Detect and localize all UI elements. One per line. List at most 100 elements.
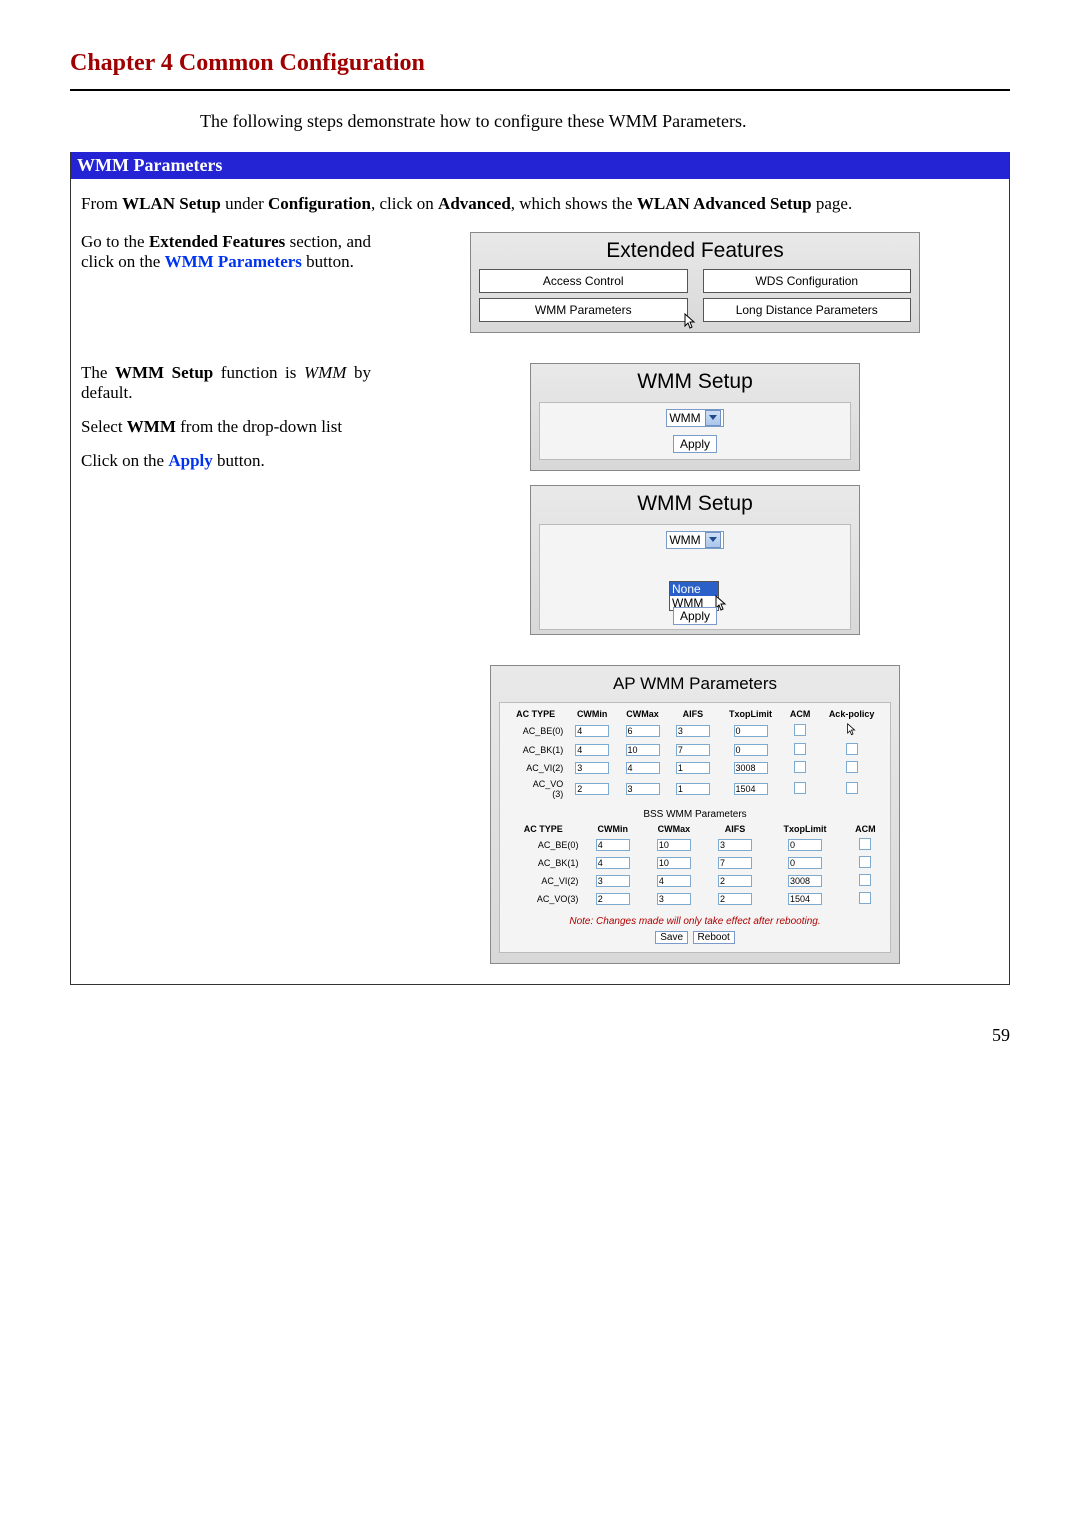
access-control-button[interactable]: Access Control xyxy=(479,269,688,293)
t: Click on the xyxy=(81,451,168,470)
checkbox[interactable] xyxy=(859,838,871,850)
wmm-setup-title: WMM Setup xyxy=(539,492,851,516)
step-extended-features: Go to the Extended Features section, and… xyxy=(81,232,999,333)
reboot-button[interactable]: Reboot xyxy=(693,931,735,944)
chapter-heading: Chapter 4 Common Configuration xyxy=(70,50,1010,77)
t: page. xyxy=(812,194,853,213)
text-input[interactable]: 2 xyxy=(596,893,630,905)
text-input[interactable]: 3008 xyxy=(788,875,822,887)
th: CWMin xyxy=(567,707,617,721)
long-distance-parameters-button[interactable]: Long Distance Parameters xyxy=(703,298,912,322)
text-input[interactable]: 4 xyxy=(657,875,691,887)
th: CWMax xyxy=(617,707,668,721)
section-header: WMM Parameters xyxy=(71,152,1009,179)
text-input[interactable]: 2 xyxy=(718,893,752,905)
t: WMM xyxy=(669,533,700,547)
ac-type-cell: AC_VO(3) xyxy=(504,777,567,801)
save-button[interactable]: Save xyxy=(655,931,688,944)
text-input[interactable]: 1504 xyxy=(788,893,822,905)
paragraph-1: From WLAN Setup under Configuration, cli… xyxy=(81,194,999,214)
t: The xyxy=(81,363,115,382)
th: TxopLimit xyxy=(765,822,844,836)
wmm-select-open[interactable]: WMM xyxy=(666,531,723,549)
text-input[interactable]: 7 xyxy=(676,744,710,756)
ap-wmm-table: AC TYPE CWMin CWMax AIFS TxopLimit ACM A… xyxy=(504,707,886,801)
text-input[interactable]: 1504 xyxy=(734,783,768,795)
text-input[interactable]: 0 xyxy=(734,744,768,756)
t: , click on xyxy=(371,194,438,213)
checkbox[interactable] xyxy=(859,856,871,868)
text-input[interactable]: 4 xyxy=(596,839,630,851)
text-input[interactable]: 10 xyxy=(626,744,660,756)
text-input[interactable]: 0 xyxy=(734,725,768,737)
text-input[interactable]: 3 xyxy=(657,893,691,905)
intro-text: The following steps demonstrate how to c… xyxy=(200,111,1010,132)
checkbox[interactable] xyxy=(794,761,806,773)
bss-wmm-table: AC TYPE CWMin CWMax AIFS TxopLimit ACM A… xyxy=(504,822,886,908)
table-header-row: AC TYPE CWMin CWMax AIFS TxopLimit ACM xyxy=(504,822,886,836)
text-input[interactable]: 4 xyxy=(596,857,630,869)
checkbox[interactable] xyxy=(846,782,858,794)
ac-type-cell: AC_VO(3) xyxy=(504,890,582,908)
wmm-select[interactable]: WMM xyxy=(666,409,723,427)
ac-type-cell: AC_VI(2) xyxy=(504,872,582,890)
text-input[interactable]: 0 xyxy=(788,857,822,869)
apply-link: Apply xyxy=(168,451,212,470)
text-input[interactable]: 3 xyxy=(596,875,630,887)
text-input[interactable]: 7 xyxy=(718,857,752,869)
text-input[interactable]: 4 xyxy=(575,744,609,756)
ac-type-cell: AC_BK(1) xyxy=(504,854,582,872)
text-input[interactable]: 3008 xyxy=(734,762,768,774)
t: WMM Parameters xyxy=(535,303,632,317)
text-input[interactable]: 0 xyxy=(788,839,822,851)
th: CWMin xyxy=(582,822,643,836)
wmm-setup-title: WMM Setup xyxy=(539,370,851,394)
wds-configuration-button[interactable]: WDS Configuration xyxy=(703,269,912,293)
th: Ack-policy xyxy=(817,707,886,721)
text-input[interactable]: 3 xyxy=(575,762,609,774)
th: ACM xyxy=(845,822,886,836)
table-row: AC_BK(1) 4 10 7 0 xyxy=(504,854,886,872)
ap-wmm-screenshot: AP WMM Parameters AC TYPE CWMin CWMax AI… xyxy=(490,665,900,964)
checkbox[interactable] xyxy=(846,761,858,773)
wmm-parameters-button[interactable]: WMM Parameters xyxy=(479,298,688,322)
text-input[interactable]: 3 xyxy=(626,783,660,795)
text-input[interactable]: 6 xyxy=(626,725,660,737)
t: From xyxy=(81,194,122,213)
text-input[interactable]: 3 xyxy=(676,725,710,737)
apply-button[interactable]: Apply xyxy=(673,435,717,453)
text-input[interactable]: 3 xyxy=(718,839,752,851)
cursor-icon xyxy=(846,723,857,737)
text-input[interactable]: 2 xyxy=(718,875,752,887)
checkbox[interactable] xyxy=(794,743,806,755)
t: WLAN Advanced Setup xyxy=(637,194,812,213)
t: WMM xyxy=(127,417,176,436)
t: button. xyxy=(302,252,354,271)
th: ACM xyxy=(783,707,817,721)
text-input[interactable]: 10 xyxy=(657,857,691,869)
bss-wmm-title: BSS WMM Parameters xyxy=(504,809,886,820)
t: under xyxy=(221,194,268,213)
t: Extended Features xyxy=(149,232,285,251)
t: WMM xyxy=(669,411,700,425)
dropdown-option-none[interactable]: None xyxy=(670,582,718,596)
text-input[interactable]: 10 xyxy=(657,839,691,851)
ac-type-cell: AC_VI(2) xyxy=(504,759,567,777)
th: CWMax xyxy=(643,822,705,836)
t: Select xyxy=(81,417,127,436)
text-input[interactable]: 1 xyxy=(676,783,710,795)
ac-type-cell: AC_BE(0) xyxy=(504,836,582,854)
horizontal-rule xyxy=(70,89,1010,91)
apply-button[interactable]: Apply xyxy=(673,607,717,625)
text-input[interactable]: 4 xyxy=(575,725,609,737)
checkbox[interactable] xyxy=(794,782,806,794)
t: from the drop-down list xyxy=(176,417,342,436)
text-input[interactable]: 1 xyxy=(676,762,710,774)
checkbox[interactable] xyxy=(859,892,871,904)
step-a-text: Go to the Extended Features section, and… xyxy=(81,232,391,272)
text-input[interactable]: 2 xyxy=(575,783,609,795)
checkbox[interactable] xyxy=(859,874,871,886)
text-input[interactable]: 4 xyxy=(626,762,660,774)
checkbox[interactable] xyxy=(794,724,806,736)
checkbox[interactable] xyxy=(846,743,858,755)
